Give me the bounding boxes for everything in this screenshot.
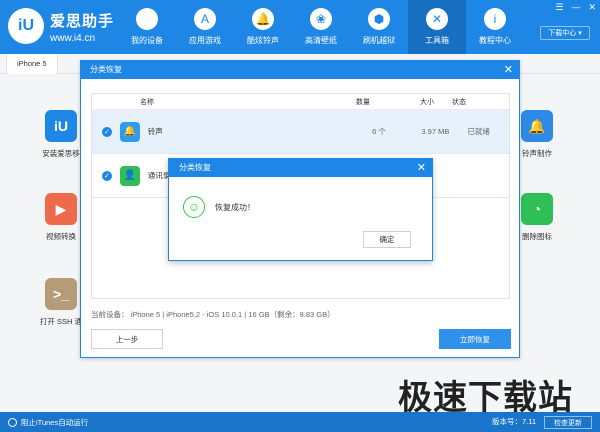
- pie-icon: ◔: [521, 193, 553, 225]
- device-tab-iphone5[interactable]: iPhone 5: [6, 54, 58, 74]
- close-icon[interactable]: ✕: [417, 159, 426, 177]
- table-header: 名称 数量 大小 状态: [92, 94, 509, 110]
- main-nav: 我的设备 A 应用游戏 🔔 酷炫铃声 ❀ 高清壁纸 ⬢ 刷机越狱 ✕ 工具箱 i 教程中心: [118, 0, 524, 54]
- table-row[interactable]: ✓ 🔔 铃声 6 个 3.97 MB 已就绪: [92, 110, 509, 154]
- radio-icon: [8, 417, 17, 427]
- brand-name: 爱思助手: [50, 13, 115, 30]
- row-name: 铃声: [147, 127, 163, 136]
- flower-icon: ❀: [310, 8, 332, 30]
- version-label: 版本号：7.11: [491, 417, 536, 426]
- nav-ringtones[interactable]: 🔔 酷炫铃声: [234, 0, 292, 54]
- terminal-icon: >_: [45, 278, 77, 310]
- col-status: 状态: [452, 98, 466, 106]
- itunes-autorun-toggle[interactable]: 阻止iTunes自动运行: [8, 412, 88, 432]
- nav-label: 教程中心: [479, 36, 511, 45]
- apple-icon: [136, 8, 158, 30]
- info-icon: i: [484, 8, 506, 30]
- restore-now-button[interactable]: 立即恢复: [439, 329, 511, 349]
- nav-label: 刷机越狱: [363, 36, 395, 45]
- box-icon: ⬢: [368, 8, 390, 30]
- download-center-label: 下载中心: [548, 30, 577, 37]
- nav-flash-jailbreak[interactable]: ⬢ 刷机越狱: [350, 0, 408, 54]
- nav-toolbox[interactable]: ✕ 工具箱: [408, 0, 466, 54]
- smile-icon: ☺: [183, 196, 205, 218]
- col-size: 大小: [420, 98, 434, 106]
- status-bar: 阻止iTunes自动运行 版本号：7.11 检查更新: [0, 412, 600, 432]
- dialog-title-bar: 分类恢复 ✕: [81, 61, 519, 79]
- top-header: iU 爱思助手 www.i4.cn 我的设备 A 应用游戏 🔔 酷炫铃声 ❀ 高清壁纸…: [0, 0, 600, 54]
- window-controls: ☰ — ✕: [555, 2, 596, 13]
- i4-icon: iU: [45, 110, 77, 142]
- restore-success-popup: 分类恢复 ✕ ☺ 恢复成功！ 确定: [168, 158, 433, 261]
- nav-label: 高清壁纸: [305, 36, 337, 45]
- brand-url: www.i4.cn: [50, 33, 96, 44]
- device-info: 当前设备： iPhone 5 | iPhone5,2 - iOS 10.0.1 …: [91, 310, 335, 319]
- col-name: 名称: [140, 98, 154, 106]
- bell-icon: 🔔: [252, 8, 274, 30]
- chevron-down-icon: ▾: [578, 30, 582, 37]
- col-count: 数量: [356, 98, 370, 106]
- play-icon: ▶: [45, 193, 77, 225]
- bell-icon: 🔔: [119, 121, 140, 142]
- app-store-icon: A: [194, 8, 216, 30]
- row-status: 已就绪: [467, 127, 490, 136]
- previous-step-button[interactable]: 上一步: [91, 329, 163, 349]
- bell-icon: 🔔: [521, 110, 553, 142]
- success-message: 恢复成功！: [215, 203, 255, 212]
- nav-label: 应用游戏: [189, 36, 221, 45]
- popup-title-bar: 分类恢复 ✕: [169, 159, 432, 177]
- row-size: 3.97 MB: [421, 127, 450, 136]
- ok-button[interactable]: 确定: [363, 231, 411, 248]
- tool-label: 安装爱思移: [42, 149, 80, 158]
- close-window-icon[interactable]: ✕: [588, 2, 596, 13]
- brand: 爱思助手 www.i4.cn: [50, 10, 114, 44]
- nav-label: 我的设备: [131, 36, 163, 45]
- itunes-toggle-label: 阻止iTunes自动运行: [21, 417, 89, 427]
- tools-icon: ✕: [426, 8, 448, 30]
- dialog-title: 分类恢复: [90, 65, 122, 74]
- checkbox-checked[interactable]: ✓: [102, 170, 112, 181]
- tool-label: 删除图标: [522, 232, 552, 241]
- app-logo: iU: [8, 8, 44, 44]
- nav-label: 工具箱: [425, 36, 449, 45]
- menu-icon[interactable]: ☰: [555, 2, 563, 13]
- nav-wallpapers[interactable]: ❀ 高清壁纸: [292, 0, 350, 54]
- contact-icon: 👤: [119, 165, 140, 186]
- check-update-button[interactable]: 检查更新: [544, 416, 592, 429]
- checkbox-checked[interactable]: ✓: [102, 126, 112, 137]
- tool-label: 视频转换: [46, 232, 76, 241]
- tool-label: 打开 SSH 通: [39, 317, 83, 326]
- nav-tutorials[interactable]: i 教程中心: [466, 0, 524, 54]
- nav-label: 酷炫铃声: [247, 36, 279, 45]
- download-center-button[interactable]: 下载中心 ▾: [540, 26, 590, 40]
- nav-apps-games[interactable]: A 应用游戏: [176, 0, 234, 54]
- minimize-icon[interactable]: —: [571, 2, 580, 13]
- popup-title: 分类恢复: [179, 163, 211, 172]
- tool-label: 铃声制作: [522, 149, 552, 158]
- row-count: 6 个: [372, 127, 386, 136]
- nav-my-device[interactable]: 我的设备: [118, 0, 176, 54]
- close-icon[interactable]: ✕: [504, 61, 513, 79]
